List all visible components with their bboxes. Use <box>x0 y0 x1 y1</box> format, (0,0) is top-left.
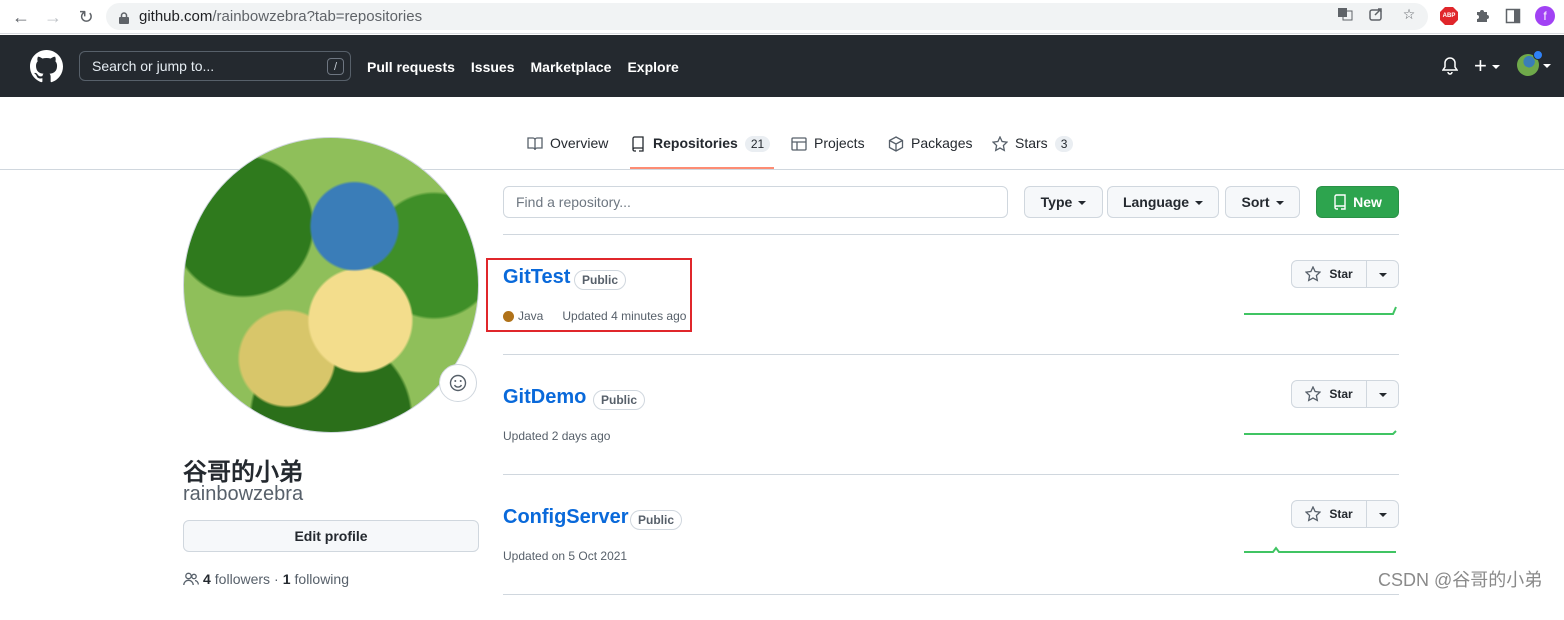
star-list-dropdown[interactable] <box>1367 381 1398 407</box>
star-icon <box>1305 386 1322 402</box>
type-filter-dropdown[interactable]: Type <box>1024 186 1103 218</box>
share-icon[interactable] <box>1368 6 1384 22</box>
star-button[interactable]: Star <box>1292 381 1367 407</box>
repo-list-item: ConfigServer Public Updated on 5 Oct 202… <box>503 500 1399 620</box>
follow-stats: 4 followers · 1 following <box>183 571 349 587</box>
tab-packages[interactable]: Packages <box>888 135 972 169</box>
tab-projects[interactable]: Projects <box>791 135 865 169</box>
followers-count[interactable]: 4 <box>203 571 211 587</box>
book-icon <box>527 137 543 151</box>
profile-username: rainbowzebra <box>183 483 304 505</box>
address-bar[interactable]: github.com/rainbowzebra?tab=repositories <box>106 3 1428 30</box>
side-panel-icon[interactable] <box>1504 7 1522 25</box>
annotation-highlight-box <box>486 258 692 332</box>
profile-tabs: Overview Repositories 21 Projects Packag… <box>0 97 1564 170</box>
caret-down-icon <box>1078 201 1087 205</box>
repo-meta: Updated 2 days ago <box>503 429 610 443</box>
set-status-button[interactable] <box>439 364 477 402</box>
chevron-down-icon <box>1491 65 1500 69</box>
github-logo-icon[interactable] <box>30 50 63 83</box>
caret-down-icon <box>1275 201 1284 205</box>
reload-icon[interactable]: ↻ <box>75 6 97 28</box>
forward-arrow-icon[interactable]: → <box>42 6 64 28</box>
star-button-group: Star <box>1291 500 1399 528</box>
new-repository-button[interactable]: New <box>1316 186 1399 218</box>
caret-down-icon <box>1378 513 1387 517</box>
extensions-puzzle-icon[interactable] <box>1473 7 1491 25</box>
nav-explore[interactable]: Explore <box>627 59 678 75</box>
nav-marketplace[interactable]: Marketplace <box>531 59 612 75</box>
followers-label[interactable]: followers <box>215 571 270 587</box>
caret-down-icon <box>1195 201 1204 205</box>
edit-profile-button[interactable]: Edit profile <box>183 520 479 552</box>
visibility-badge: Public <box>593 390 646 410</box>
plus-icon: + <box>1474 53 1487 78</box>
star-list-dropdown[interactable] <box>1367 501 1398 527</box>
repo-updated: Updated on 5 Oct 2021 <box>503 549 628 563</box>
nav-issues[interactable]: Issues <box>471 59 515 75</box>
create-new-menu[interactable]: + <box>1474 53 1500 79</box>
repo-meta: Updated on 5 Oct 2021 <box>503 549 627 563</box>
tab-overview[interactable]: Overview <box>527 135 608 169</box>
activity-sparkline <box>1244 546 1396 553</box>
caret-down-icon <box>1378 393 1387 397</box>
find-repository-input[interactable] <box>503 186 1008 218</box>
translate-icon[interactable] <box>1337 6 1353 22</box>
repo-icon <box>632 136 644 152</box>
language-filter-dropdown[interactable]: Language <box>1107 186 1219 218</box>
global-search-input[interactable] <box>80 58 310 74</box>
lock-icon <box>119 11 129 24</box>
nav-pull-requests[interactable]: Pull requests <box>367 59 455 75</box>
global-search[interactable]: / <box>79 51 351 81</box>
repo-name-link[interactable]: ConfigServer <box>503 506 629 529</box>
following-label[interactable]: following <box>295 571 349 587</box>
star-icon <box>1305 506 1322 522</box>
chevron-down-icon <box>1543 64 1551 68</box>
people-icon <box>183 572 199 586</box>
star-icon <box>992 136 1008 152</box>
star-list-dropdown[interactable] <box>1367 261 1398 287</box>
star-button[interactable]: Star <box>1292 501 1367 527</box>
back-arrow-icon[interactable]: ← <box>10 6 32 28</box>
github-header: / Pull requests Issues Marketplace Explo… <box>0 35 1564 97</box>
bell-icon[interactable] <box>1441 57 1459 80</box>
sort-dropdown[interactable]: Sort <box>1225 186 1300 218</box>
star-button-group: Star <box>1291 380 1399 408</box>
slash-shortcut-hint: / <box>327 58 344 75</box>
repositories-count: 21 <box>744 136 771 152</box>
url-text: github.com/rainbowzebra?tab=repositories <box>139 8 423 25</box>
user-avatar-small <box>1517 50 1543 76</box>
star-button[interactable]: Star <box>1292 261 1367 287</box>
browser-toolbar: ← → ↻ github.com/rainbowzebra?tab=reposi… <box>0 0 1564 34</box>
table-icon <box>791 137 807 151</box>
smiley-icon <box>449 374 467 392</box>
profile-display-name: 谷哥的小弟 <box>183 459 303 486</box>
repo-updated: Updated 2 days ago <box>503 429 611 443</box>
repo-list-item: GitDemo Public Updated 2 days ago Star <box>503 380 1399 500</box>
activity-sparkline <box>1244 306 1397 315</box>
list-divider <box>503 354 1399 355</box>
bookmark-star-icon[interactable]: ☆ <box>1401 6 1417 22</box>
status-dot <box>1533 50 1543 60</box>
profile-avatar[interactable] <box>183 137 479 433</box>
tab-stars[interactable]: Stars 3 <box>992 135 1074 169</box>
header-nav: Pull requests Issues Marketplace Explore <box>367 59 679 75</box>
repo-icon <box>1334 194 1346 210</box>
repo-name-link[interactable]: GitDemo <box>503 386 586 409</box>
adblock-icon[interactable]: ABP <box>1440 7 1458 25</box>
chrome-profile-avatar[interactable]: f <box>1535 6 1555 26</box>
visibility-badge: Public <box>630 510 683 530</box>
list-divider <box>503 234 1399 235</box>
package-icon <box>888 136 904 152</box>
star-button-group: Star <box>1291 260 1399 288</box>
caret-down-icon <box>1378 273 1387 277</box>
watermark: CSDN @谷哥的小弟 <box>1378 570 1543 590</box>
list-divider <box>503 474 1399 475</box>
following-count[interactable]: 1 <box>283 571 291 587</box>
activity-sparkline <box>1244 430 1397 435</box>
tab-repositories[interactable]: Repositories 21 <box>630 135 775 169</box>
stars-count: 3 <box>1054 136 1074 152</box>
star-icon <box>1305 266 1322 282</box>
user-menu[interactable] <box>1517 50 1551 76</box>
